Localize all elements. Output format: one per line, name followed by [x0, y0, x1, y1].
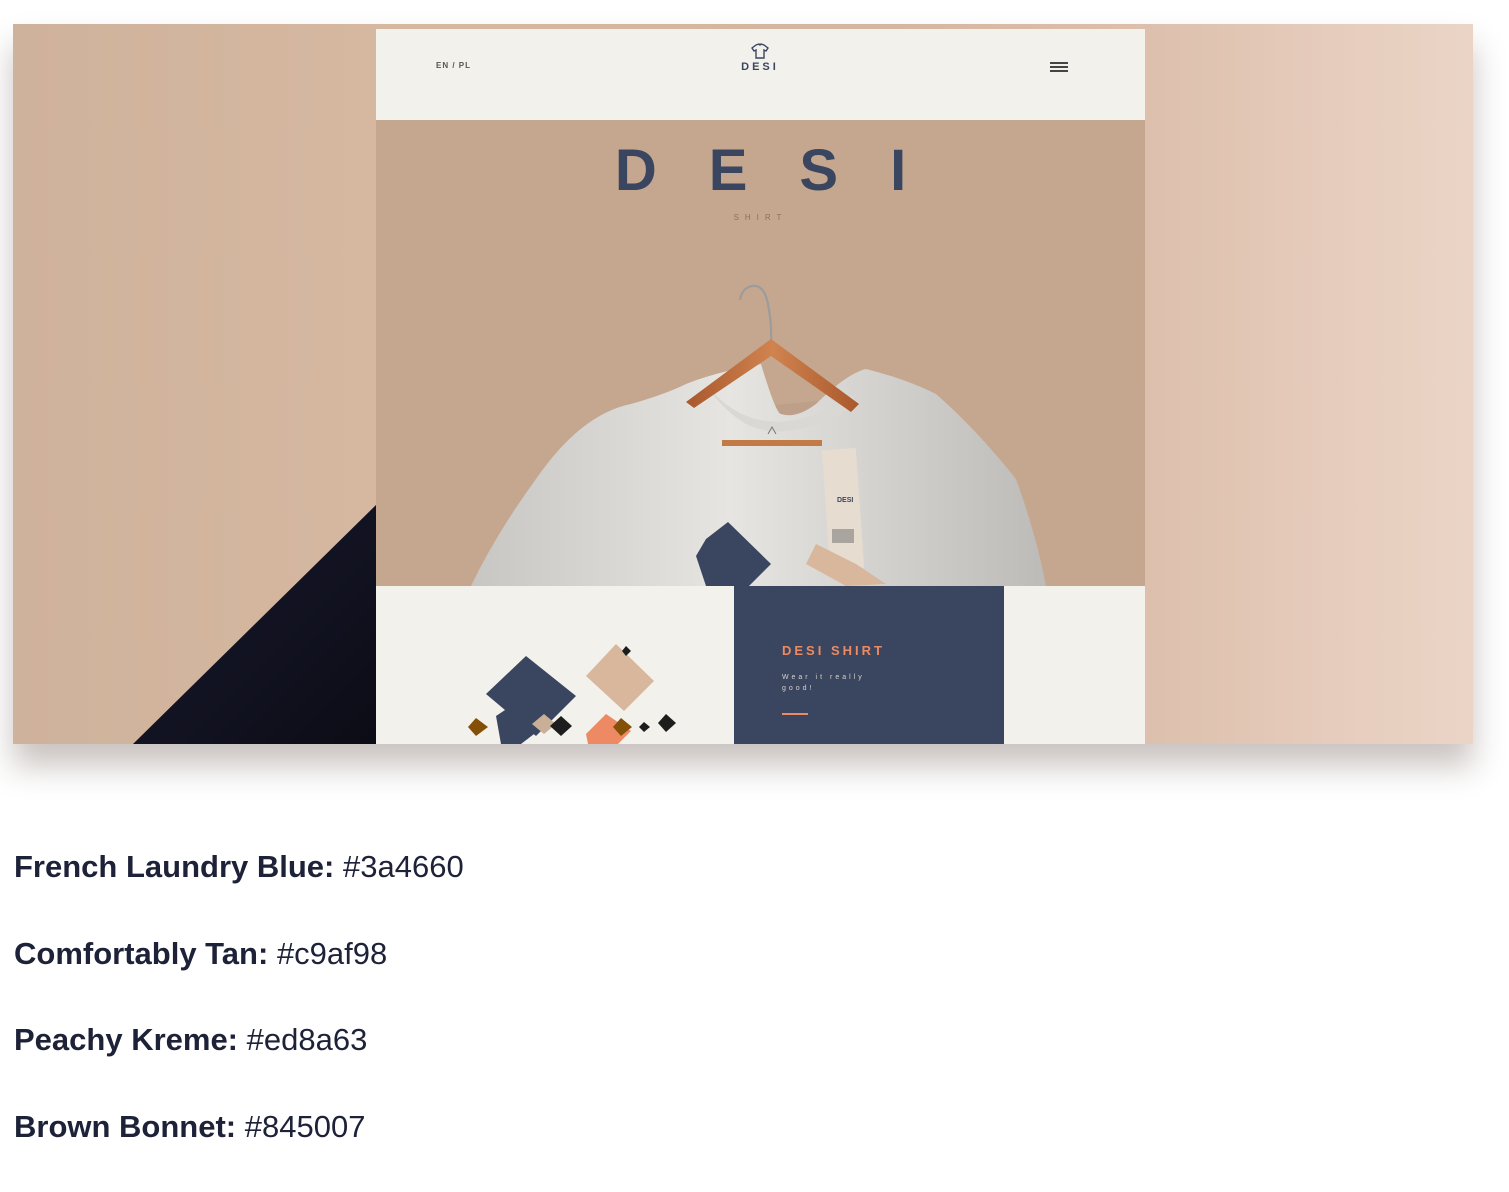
hero-image: EN / PL DESI DESI SHIRT [13, 24, 1473, 744]
color-name: Peachy Kreme: [14, 1022, 238, 1057]
product-art-panel [376, 586, 734, 744]
color-hex: #845007 [245, 1109, 366, 1144]
website-mockup: EN / PL DESI DESI SHIRT [376, 29, 1145, 744]
mockup-blank-panel [1004, 586, 1145, 744]
brand-logo[interactable]: DESI [730, 43, 790, 73]
hamburger-menu-icon[interactable] [1050, 62, 1068, 74]
color-hex: #c9af98 [277, 936, 387, 971]
color-name: Brown Bonnet: [14, 1109, 236, 1144]
color-name: Comfortably Tan: [14, 936, 268, 971]
color-name: French Laundry Blue: [14, 849, 334, 884]
tshirt-on-hanger-illustration: DESI [376, 244, 1145, 586]
mockup-header: EN / PL DESI [376, 29, 1145, 120]
background-glow [1143, 24, 1473, 744]
product-title: DESI SHIRT [782, 643, 885, 658]
brand-name: DESI [730, 61, 790, 73]
hero-subtitle: SHIRT [376, 213, 1145, 222]
language-switcher[interactable]: EN / PL [436, 61, 471, 70]
palette-item: French Laundry Blue: #3a4660 [14, 846, 464, 933]
hero-title: DESI [376, 137, 1145, 204]
shirt-logo-icon [750, 43, 770, 59]
palette-item: Peachy Kreme: #ed8a63 [14, 1019, 464, 1106]
color-palette-list: French Laundry Blue: #3a4660 Comfortably… [14, 846, 464, 1192]
product-tagline: Wear it really good! [782, 672, 892, 694]
accent-rule [782, 713, 808, 715]
palette-item: Comfortably Tan: #c9af98 [14, 933, 464, 1020]
color-hex: #3a4660 [343, 849, 464, 884]
diamond-pattern-illustration [376, 586, 734, 744]
product-info-panel: DESI SHIRT Wear it really good! [734, 586, 1004, 744]
tag-brand: DESI [837, 497, 853, 504]
navy-wedge [13, 24, 377, 744]
color-hex: #ed8a63 [247, 1022, 368, 1057]
